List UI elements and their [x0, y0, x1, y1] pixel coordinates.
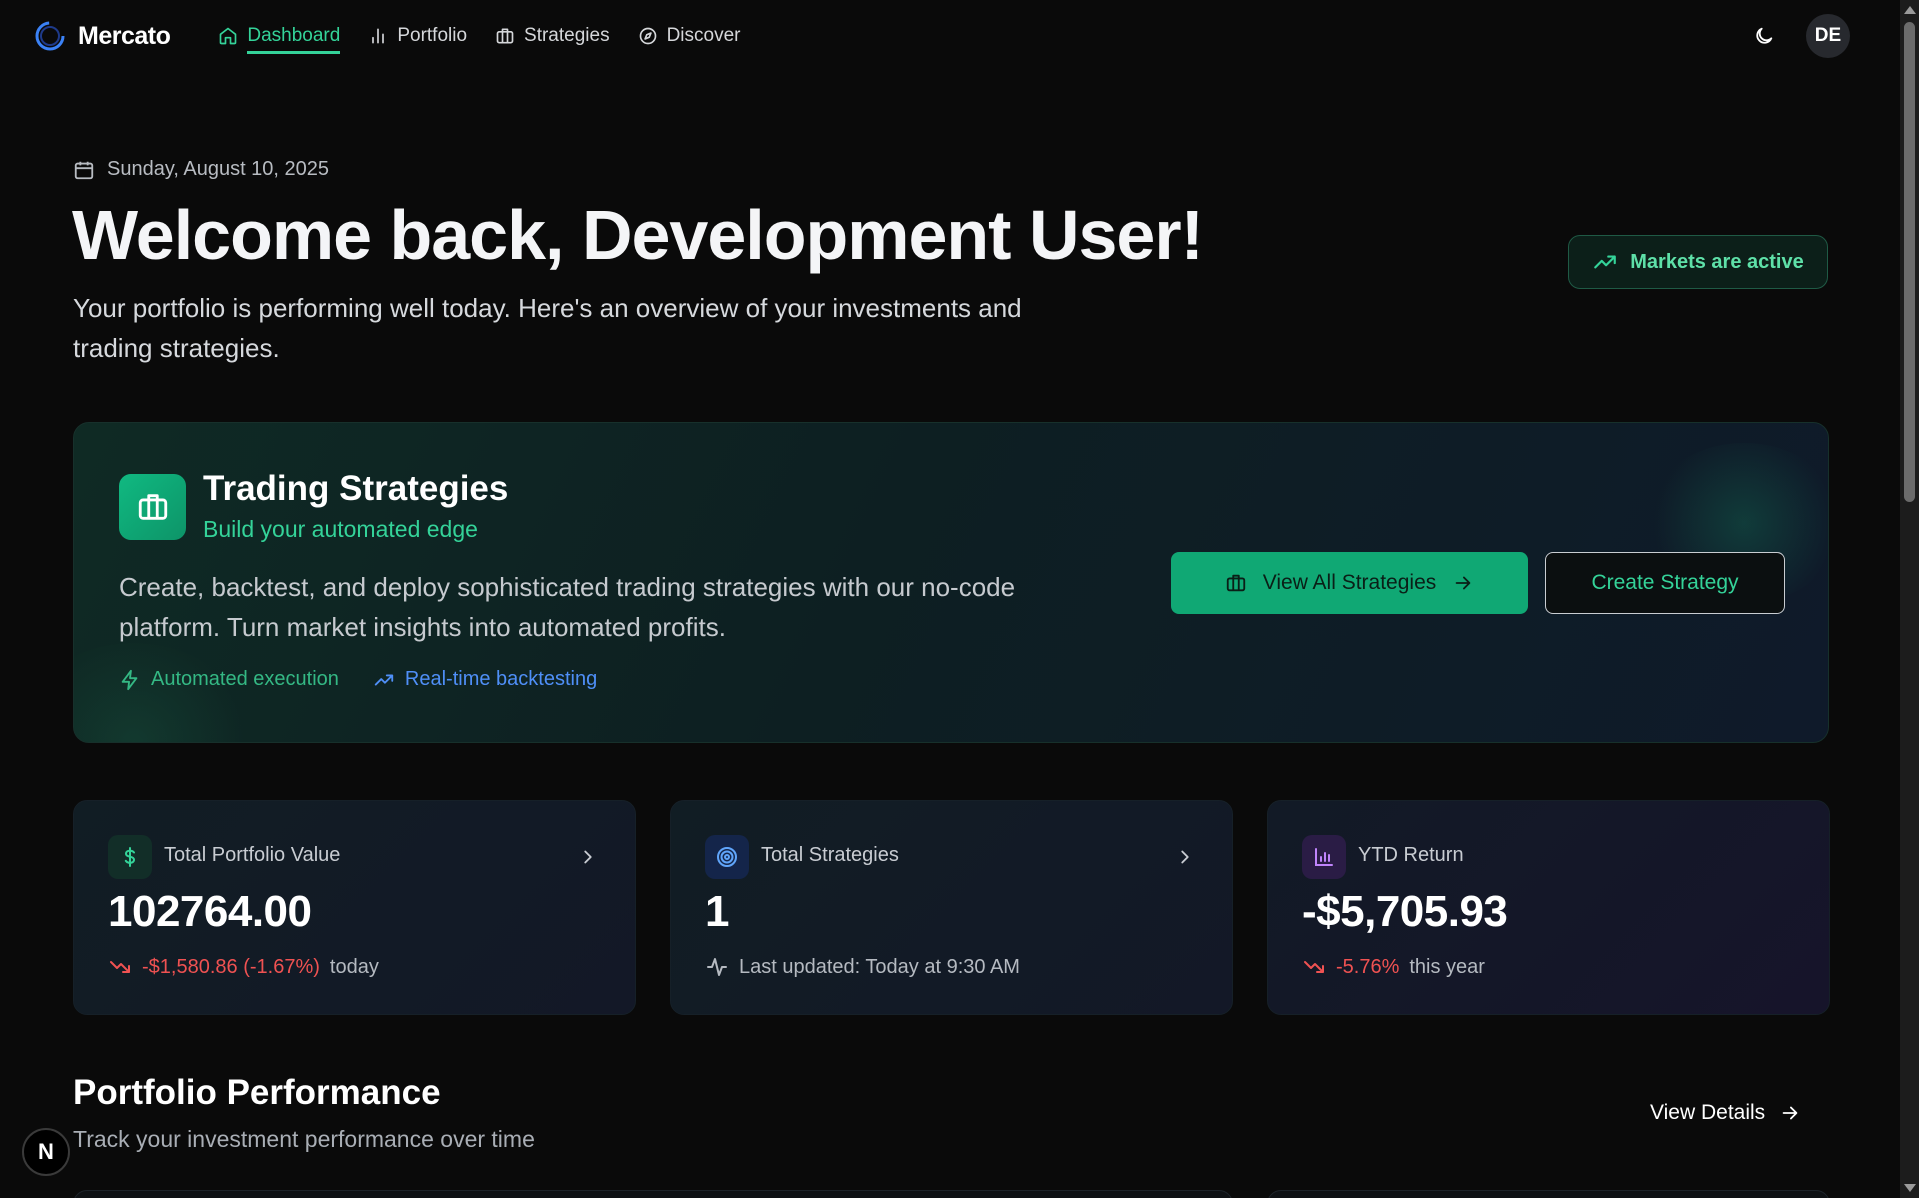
view-all-strategies-label: View All Strategies	[1262, 571, 1437, 594]
card-icon-tile	[108, 835, 152, 879]
vertical-scrollbar[interactable]	[1900, 0, 1919, 1198]
view-all-strategies-button[interactable]: View All Strategies	[1171, 552, 1528, 614]
chevron-right-icon[interactable]	[1174, 846, 1196, 868]
card-icon-tile	[1302, 835, 1346, 879]
scroll-thumb[interactable]	[1904, 22, 1915, 502]
ytd-change: -5.76%	[1336, 955, 1400, 978]
compass-icon	[639, 27, 656, 45]
briefcase-icon	[1226, 574, 1245, 592]
create-strategy-button[interactable]: Create Strategy	[1545, 552, 1785, 614]
chevron-right-icon[interactable]	[577, 846, 599, 868]
banner-title: Trading Strategies	[203, 469, 509, 508]
activity-icon	[707, 958, 727, 976]
top-right-controls: DE	[1746, 14, 1850, 58]
nav-strategies[interactable]: Strategies	[495, 10, 610, 62]
performance-subtitle: Track your investment performance over t…	[73, 1126, 535, 1152]
portfolio-value: 102764.00	[108, 887, 312, 936]
view-details-link[interactable]: View Details	[1650, 1101, 1801, 1125]
portfolio-change-suffix: today	[329, 955, 379, 978]
ring-logo-icon	[35, 21, 65, 51]
nav-discover-label: Discover	[666, 25, 741, 46]
intro-text: Your portfolio is performing well today.…	[73, 293, 1022, 363]
date-row: Sunday, August 10, 2025	[73, 158, 329, 181]
home-icon	[220, 27, 237, 45]
dollar-icon	[124, 847, 136, 867]
ytd-return-card: YTD Return -$5,705.93 -5.76% this year	[1267, 800, 1830, 1015]
last-updated: Last updated: Today at 9:30 AM	[739, 955, 1020, 978]
feature-realtime-backtesting: Real-time backtesting	[373, 668, 597, 691]
view-details-label: View Details	[1650, 1101, 1766, 1124]
card-footer: -$1,580.86 (-1.67%) today	[108, 955, 379, 979]
trending-up-icon	[374, 674, 394, 685]
dev-tools-badge[interactable]: N	[22, 1128, 70, 1176]
main-nav: Dashboard Portfolio Strategies Discover	[218, 10, 740, 62]
portfolio-value-card[interactable]: Total Portfolio Value 102764.00 -$1,580.…	[73, 800, 636, 1015]
nav-dashboard[interactable]: Dashboard	[218, 10, 341, 62]
banner-icon-tile	[119, 474, 186, 540]
ytd-return-value: -$5,705.93	[1302, 887, 1508, 936]
card-footer: -5.76% this year	[1302, 955, 1485, 979]
strategies-banner: Trading Strategies Build your automated …	[73, 422, 1829, 743]
banner-subtitle: Build your automated edge	[203, 516, 478, 542]
scroll-up-arrow[interactable]	[1904, 6, 1916, 14]
ytd-change-suffix: this year	[1409, 955, 1485, 978]
user-avatar[interactable]: DE	[1806, 14, 1850, 58]
performance-chart-panel	[73, 1190, 1233, 1198]
card-footer: Last updated: Today at 9:30 AM	[705, 955, 1020, 979]
card-label: Total Portfolio Value	[164, 844, 341, 866]
nav-portfolio[interactable]: Portfolio	[368, 10, 467, 62]
strategies-count: 1	[705, 887, 729, 936]
arrow-right-icon	[1782, 1106, 1798, 1120]
moon-icon	[1756, 27, 1773, 44]
feature-automated-execution: Automated execution	[119, 668, 339, 691]
trending-down-icon	[1304, 961, 1324, 973]
nav-discover[interactable]: Discover	[638, 10, 741, 62]
bar-chart-icon	[372, 28, 385, 44]
feature-label: Real-time backtesting	[404, 668, 598, 690]
banner-description: Create, backtest, and deploy sophisticat…	[119, 572, 1016, 642]
trending-up-icon	[1594, 255, 1617, 269]
nav-dashboard-label: Dashboard	[247, 25, 341, 54]
card-label: Total Strategies	[761, 844, 899, 866]
scroll-down-arrow[interactable]	[1904, 1184, 1916, 1192]
nav-strategies-label: Strategies	[524, 25, 610, 46]
top-navigation: Mercato Dashboard Portfolio Strategies D…	[0, 0, 1900, 72]
brand-name: Mercato	[78, 21, 171, 50]
card-icon-tile	[705, 835, 749, 879]
briefcase-icon	[138, 494, 167, 520]
portfolio-change: -$1,580.86 (-1.67%)	[142, 955, 320, 978]
market-status-text: Markets are active	[1630, 250, 1804, 273]
lightning-icon	[121, 669, 138, 690]
target-icon	[717, 847, 737, 867]
theme-toggle-button[interactable]	[1746, 18, 1782, 54]
performance-title: Portfolio Performance	[73, 1073, 441, 1112]
arrow-right-icon	[1455, 576, 1471, 590]
feature-label: Automated execution	[151, 668, 339, 690]
page-title: Welcome back, Development User!	[72, 196, 1204, 274]
market-status-badge: Markets are active	[1568, 235, 1828, 289]
nav-portfolio-label: Portfolio	[397, 25, 468, 46]
briefcase-icon	[496, 28, 514, 44]
side-panel	[1267, 1190, 1830, 1198]
brand[interactable]: Mercato	[34, 20, 171, 52]
card-label: YTD Return	[1358, 844, 1464, 866]
current-date: Sunday, August 10, 2025	[107, 158, 330, 180]
calendar-icon	[74, 161, 94, 179]
banner-glow-secondary	[74, 643, 254, 742]
banner-features: Automated execution Real-time backtestin…	[119, 668, 597, 691]
trending-down-icon	[110, 961, 130, 973]
total-strategies-card[interactable]: Total Strategies 1 Last updated: Today a…	[670, 800, 1233, 1015]
bar-chart-icon	[1315, 848, 1333, 866]
